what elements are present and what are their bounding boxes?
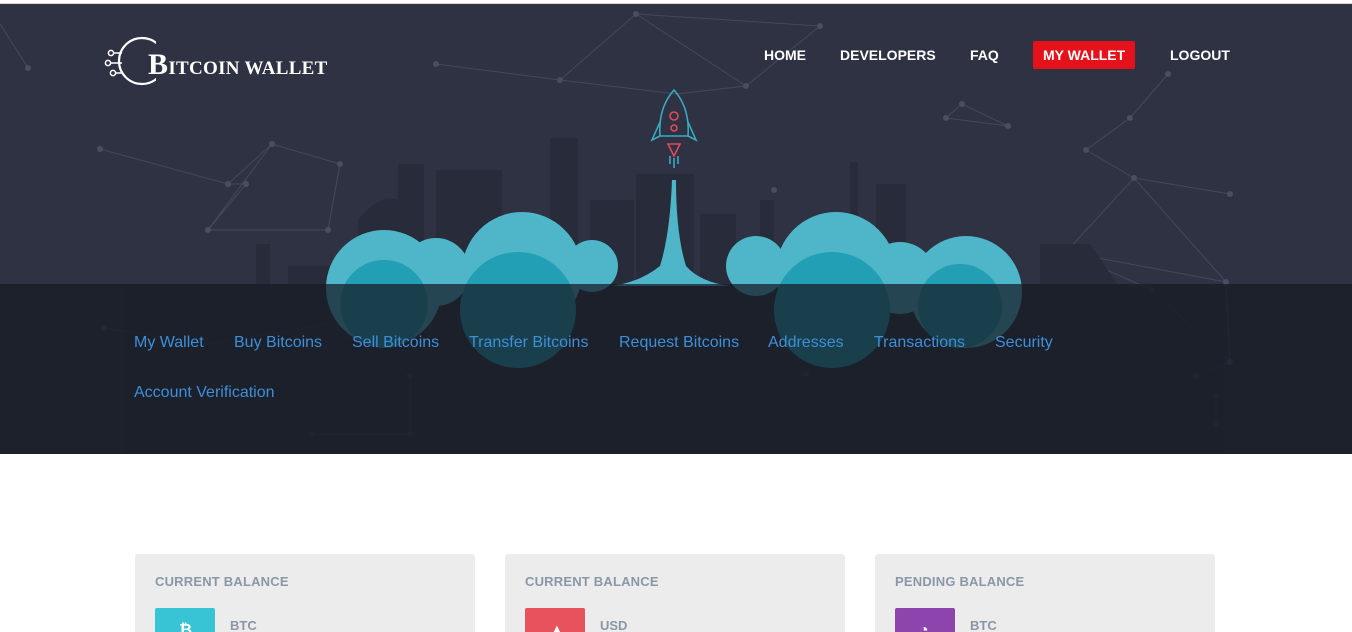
card-title: CURRENT BALANCE	[155, 574, 289, 589]
dollar-icon: ▲	[525, 608, 585, 632]
nav-my-wallet[interactable]: MY WALLET	[1033, 41, 1136, 69]
logo-text: BITCOIN WALLET	[148, 48, 328, 82]
subnav-request-bitcoins[interactable]: Request Bitcoins	[619, 334, 739, 352]
card-unit: BTC	[230, 618, 257, 632]
card-unit: BTC	[970, 618, 997, 632]
subnav-account-verification[interactable]: Account Verification	[134, 384, 275, 402]
subnav-sell-bitcoins[interactable]: Sell Bitcoins	[352, 334, 439, 352]
nav-faq[interactable]: FAQ	[960, 41, 1009, 69]
logo-letter: B	[148, 48, 169, 81]
subnav-transfer-bitcoins[interactable]: Transfer Bitcoins	[469, 334, 588, 352]
card-unit: USD	[600, 618, 628, 632]
subnav-buy-bitcoins[interactable]: Buy Bitcoins	[234, 334, 322, 352]
subnav-my-wallet[interactable]: My Wallet	[134, 334, 204, 352]
card-title: CURRENT BALANCE	[525, 574, 659, 589]
balance-card-usd: CURRENT BALANCE ▲ USD	[505, 554, 845, 632]
logo-wordmark: ITCOIN WALLET	[168, 58, 328, 79]
bitcoin-icon: ₿	[155, 608, 215, 632]
subnav-addresses[interactable]: Addresses	[768, 334, 844, 352]
card-title: PENDING BALANCE	[895, 574, 1025, 589]
pending-balance-card: PENDING BALANCE ◔ BTC	[875, 554, 1215, 632]
top-navbar: BITCOIN WALLET HOME DEVELOPERS FAQ MY WA…	[0, 4, 1352, 104]
clock-icon: ◔	[895, 608, 955, 632]
logo[interactable]: BITCOIN WALLET	[104, 35, 334, 87]
wallet-subnav: My Wallet Buy Bitcoins Sell Bitcoins Tra…	[0, 284, 1352, 454]
nav-home[interactable]: HOME	[754, 41, 816, 69]
main-menu: HOME DEVELOPERS FAQ MY WALLET LOGOUT	[744, 41, 1254, 71]
balance-card-btc: CURRENT BALANCE ₿ BTC	[135, 554, 475, 632]
nav-developers[interactable]: DEVELOPERS	[830, 41, 946, 69]
nav-logout[interactable]: LOGOUT	[1160, 41, 1240, 69]
subnav-security[interactable]: Security	[995, 334, 1053, 352]
subnav-transactions[interactable]: Transactions	[874, 334, 965, 352]
page: BITCOIN WALLET HOME DEVELOPERS FAQ MY WA…	[0, 0, 1352, 632]
balance-cards: CURRENT BALANCE ₿ BTC CURRENT BALANCE ▲ …	[0, 554, 1352, 632]
